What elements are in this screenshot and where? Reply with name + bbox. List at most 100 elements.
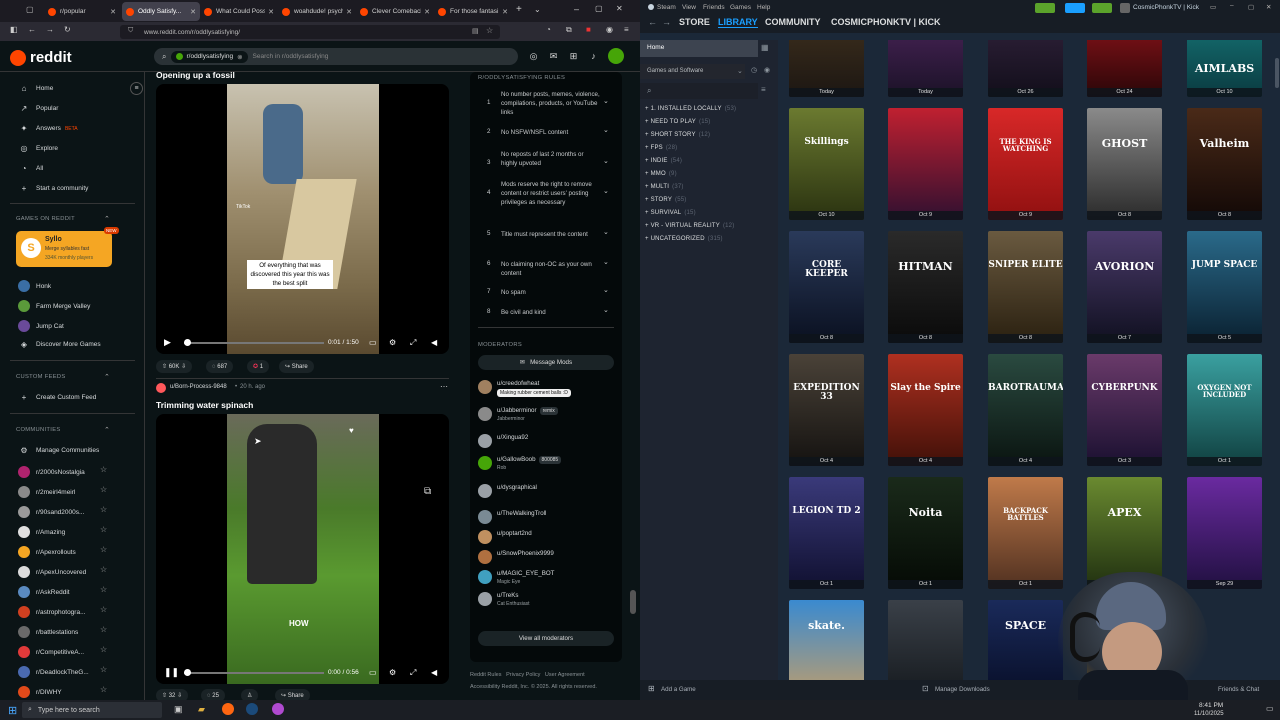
video-scrubber[interactable]	[184, 342, 324, 344]
sidebar-community-item[interactable]: r/battlestations	[18, 626, 78, 638]
view-all-moderators-button[interactable]: View all moderators	[478, 631, 614, 646]
minimize-icon[interactable]: –	[1230, 2, 1234, 9]
downvote-icon[interactable]: ⇩	[177, 692, 182, 699]
game-tile[interactable]: CORE KEEPER Oct 8	[789, 231, 864, 343]
video-player[interactable]: TikTok Of everything that was discovered…	[156, 84, 449, 354]
game-tile[interactable]: BACKPACK BATTLES Oct 1	[988, 477, 1063, 589]
game-tile[interactable]: HITMAN Oct 8	[888, 231, 963, 343]
play-icon[interactable]: ▶	[164, 337, 171, 348]
moderator-item[interactable]: u/Xingua92	[478, 434, 618, 448]
scrubber-handle[interactable]	[184, 339, 191, 346]
sidebar-community-item[interactable]: r/DeadlockTheG...	[18, 666, 89, 678]
minimize-icon[interactable]: –	[574, 4, 579, 14]
moderator-item[interactable]: u/TheWalkingTroll	[478, 510, 618, 524]
volume-icon[interactable]: ◀	[431, 668, 437, 677]
notifications-icon[interactable]: ♪	[588, 51, 599, 62]
sidebar-community-item[interactable]: r/astrophotogra...	[18, 606, 86, 618]
upvote-icon[interactable]: ⇧	[162, 692, 167, 699]
task-view-icon[interactable]: ▣	[174, 704, 183, 715]
pause-icon[interactable]: ❚❚	[164, 667, 179, 678]
favorite-star-icon[interactable]: ☆	[100, 545, 107, 554]
favorite-star-icon[interactable]: ☆	[100, 625, 107, 634]
favorite-star-icon[interactable]: ☆	[100, 665, 107, 674]
sidebar-game-honk[interactable]: Honk	[18, 280, 51, 292]
tab-list-icon[interactable]: ⌄	[534, 5, 541, 14]
close-icon[interactable]: ✕	[502, 8, 508, 16]
menu-friends[interactable]: Friends	[703, 4, 725, 11]
featured-game-card[interactable]: S Syllo Merge syllables fast 334K monthl…	[16, 227, 119, 267]
game-tile[interactable]: Skillings Oct 10	[789, 108, 864, 220]
menu-help[interactable]: Help	[757, 4, 770, 11]
sidebar-item-start-community[interactable]: + Start a community	[18, 184, 89, 193]
reader-icon[interactable]: ▤	[472, 27, 479, 35]
game-tile[interactable]: SNIPER ELITE Oct 8	[988, 231, 1063, 343]
game-tile[interactable]: JUMP SPACE Oct 5	[1187, 231, 1262, 343]
comments-button[interactable]: ◌ 687	[206, 360, 234, 373]
tab-oddlysatisfying[interactable]: Oddly Satisfy... ✕	[122, 2, 200, 21]
chevron-up-icon[interactable]: ⌃	[104, 215, 110, 223]
game-tile[interactable]: CYBERPUNK Oct 3	[1087, 354, 1162, 466]
friends-status-button[interactable]	[1035, 3, 1055, 13]
chevron-down-icon[interactable]: ⌄	[603, 126, 609, 134]
game-tile[interactable]: SPACE	[988, 600, 1063, 680]
page-scrollbar[interactable]	[630, 590, 636, 614]
moderator-item[interactable]: u/TreKs Cat Enthusiast	[478, 592, 618, 607]
url-bar[interactable]: ⛉ www.reddit.com/r/oddlysatisfying/ ▤ ☆	[120, 25, 500, 39]
game-tile[interactable]: GHOST Oct 8	[1087, 108, 1162, 220]
taskbar-search-input[interactable]: ⌕ Type here to search	[22, 702, 162, 718]
vote-pill[interactable]: ⇧ 60K ⇩	[156, 360, 193, 373]
game-tile[interactable]: skate.	[789, 600, 864, 680]
game-tile[interactable]: AVORION Oct 7	[1087, 231, 1162, 343]
library-category[interactable]: + STORY (55)	[645, 197, 687, 203]
close-icon[interactable]: ✕	[268, 8, 274, 16]
game-tile[interactable]: EXPEDITION 33 Oct 4	[789, 354, 864, 466]
game-tile[interactable]: Valheim Oct 8	[1187, 108, 1262, 220]
back-icon[interactable]: ←	[648, 17, 657, 27]
custom-feeds-header[interactable]: CUSTOM FEEDS	[16, 374, 66, 380]
chevron-down-icon[interactable]: ⌄	[603, 258, 609, 266]
favorite-star-icon[interactable]: ☆	[100, 505, 107, 514]
comments-button[interactable]: ◌ 25	[201, 689, 225, 700]
library-filter-dropdown[interactable]: Games and Software	[640, 64, 745, 79]
share-button[interactable]: ↪ Share	[279, 360, 314, 373]
upvote-icon[interactable]: ⇧	[162, 363, 167, 370]
game-tile[interactable]: Oct 9	[888, 108, 963, 220]
moderator-item[interactable]: u/creedofwheat Making rubber cement balls…	[478, 380, 618, 397]
close-icon[interactable]: ✕	[346, 8, 352, 16]
forward-icon[interactable]: →	[46, 25, 54, 34]
notifications-button[interactable]	[1092, 3, 1112, 13]
menu-games[interactable]: Games	[730, 4, 751, 11]
addon-icon[interactable]: ■	[586, 25, 591, 34]
tab-woahdude[interactable]: woahdude! psych...✕	[278, 2, 356, 21]
chevron-up-icon[interactable]: ⌃	[104, 373, 110, 381]
award-button[interactable]: ✪ 1	[247, 360, 270, 373]
firefox-icon[interactable]	[222, 703, 234, 715]
favorite-star-icon[interactable]: ☆	[100, 565, 107, 574]
create-custom-feed[interactable]: + Create Custom Feed	[18, 393, 97, 402]
chat-icon[interactable]: ✉	[548, 51, 559, 62]
settings-icon[interactable]: ⚙	[389, 668, 396, 677]
grid-view-icon[interactable]: ▦	[761, 43, 769, 52]
captions-icon[interactable]: ▭	[369, 668, 377, 677]
volume-icon[interactable]: ◀	[431, 338, 437, 347]
award-button[interactable]: ♙	[241, 689, 259, 700]
user-avatar[interactable]	[608, 48, 624, 64]
back-icon[interactable]: ←	[28, 25, 36, 34]
chevron-down-icon[interactable]: ⌄	[603, 306, 609, 314]
close-icon[interactable]: ✕	[110, 8, 116, 16]
favorite-star-icon[interactable]: ☆	[100, 685, 107, 694]
moderator-item[interactable]: u/GallowBoob 800085 Rob	[478, 456, 618, 471]
sidebar-community-item[interactable]: r/2meirl4meirl	[18, 486, 75, 498]
nav-store[interactable]: STORE	[679, 17, 710, 27]
play-filter-icon[interactable]: ◉	[764, 66, 770, 74]
account-icon[interactable]: ◉	[606, 25, 613, 34]
chevron-down-icon[interactable]: ⌄	[603, 157, 609, 165]
user-avatar[interactable]	[1120, 3, 1130, 13]
manage-communities[interactable]: ⚙ Manage Communities	[18, 446, 99, 455]
sidebar-game-jump-cat[interactable]: Jump Cat	[18, 320, 64, 332]
tab-popular[interactable]: r/popular ✕	[44, 2, 120, 21]
library-category[interactable]: + SHORT STORY (12)	[645, 132, 710, 138]
favorite-star-icon[interactable]: ☆	[100, 585, 107, 594]
settings-icon[interactable]: ⚙	[389, 338, 396, 347]
sidebar-item-popular[interactable]: ↗ Popular	[18, 104, 59, 113]
